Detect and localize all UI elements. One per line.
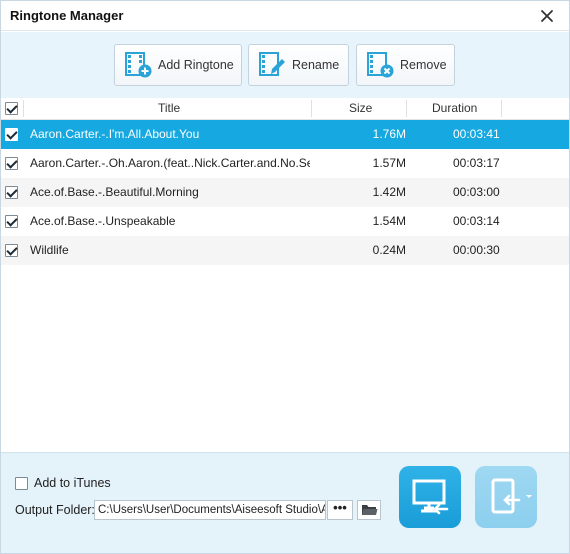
toolbar: Add Ringtone Rename Remove xyxy=(1,32,569,98)
film-remove-icon xyxy=(367,52,394,78)
folder-icon xyxy=(362,505,378,515)
row-duration: 00:03:00 xyxy=(453,185,500,199)
table-row[interactable]: Ace.of.Base.-.Unspeakable 1.54M 00:03:14 xyxy=(1,207,569,236)
window-title: Ringtone Manager xyxy=(10,8,124,23)
remove-button[interactable]: Remove xyxy=(356,44,455,86)
remove-label: Remove xyxy=(400,58,447,72)
ringtone-manager-window: Ringtone Manager Add Ringtone Rename Rem… xyxy=(0,0,570,554)
rename-button[interactable]: Rename xyxy=(248,44,349,86)
add-ringtone-label: Add Ringtone xyxy=(158,58,234,72)
header-divider xyxy=(311,100,312,117)
row-checkbox[interactable] xyxy=(5,157,18,170)
column-header-title[interactable]: Title xyxy=(158,101,180,115)
row-checkbox[interactable] xyxy=(5,186,18,199)
transfer-to-device-button[interactable] xyxy=(475,466,537,528)
film-add-icon xyxy=(125,52,152,78)
monitor-import-icon xyxy=(412,479,449,515)
select-all-checkbox[interactable] xyxy=(5,102,18,115)
column-header-size[interactable]: Size xyxy=(349,101,372,115)
footer-panel: Add to iTunes Output Folder: C:\Users\Us… xyxy=(1,452,569,553)
output-folder-label: Output Folder: xyxy=(15,503,95,517)
output-folder-field[interactable]: C:\Users\User\Documents\Aiseesoft Studio… xyxy=(94,500,326,520)
row-title: Ace.of.Base.-.Beautiful.Morning xyxy=(30,185,199,199)
row-title: Wildlife xyxy=(30,243,69,257)
open-folder-button[interactable] xyxy=(357,500,381,520)
header-divider xyxy=(23,100,24,117)
row-title: Aaron.Carter.-.I'm.All.About.You xyxy=(30,127,200,141)
row-size: 1.76M xyxy=(372,127,406,141)
row-size: 1.42M xyxy=(372,185,406,199)
table-header: Title Size Duration xyxy=(1,98,569,120)
add-to-itunes-checkbox[interactable] xyxy=(15,477,28,490)
header-divider xyxy=(406,100,407,117)
row-duration: 00:03:41 xyxy=(453,127,500,141)
phone-import-icon xyxy=(491,478,532,514)
row-size: 0.24M xyxy=(372,243,406,257)
row-duration: 00:03:14 xyxy=(453,214,500,228)
header-divider xyxy=(501,100,502,117)
column-header-duration[interactable]: Duration xyxy=(432,101,477,115)
row-checkbox[interactable] xyxy=(5,215,18,228)
add-to-itunes-label[interactable]: Add to iTunes xyxy=(34,476,111,490)
row-title: Aaron.Carter.-.Oh.Aaron.(feat..Nick.Cart… xyxy=(30,156,310,170)
table-row[interactable]: Ace.of.Base.-.Beautiful.Morning 1.42M 00… xyxy=(1,178,569,207)
title-bar: Ringtone Manager xyxy=(1,1,569,31)
row-size: 1.57M xyxy=(372,156,406,170)
film-rename-icon xyxy=(259,52,285,76)
row-checkbox[interactable] xyxy=(5,128,18,141)
row-checkbox[interactable] xyxy=(5,244,18,257)
row-duration: 00:03:17 xyxy=(453,156,500,170)
table-row[interactable]: Aaron.Carter.-.I'm.All.About.You 1.76M 0… xyxy=(1,120,569,149)
add-ringtone-button[interactable]: Add Ringtone xyxy=(114,44,242,86)
transfer-to-pc-button[interactable] xyxy=(399,466,461,528)
rename-label: Rename xyxy=(292,58,340,72)
close-icon[interactable] xyxy=(537,6,557,26)
browse-button[interactable]: ••• xyxy=(327,500,353,520)
row-duration: 00:00:30 xyxy=(453,243,500,257)
row-size: 1.54M xyxy=(372,214,406,228)
row-title: Ace.of.Base.-.Unspeakable xyxy=(30,214,176,228)
table-row[interactable]: Wildlife 0.24M 00:00:30 xyxy=(1,236,569,265)
ringtone-list: Aaron.Carter.-.I'm.All.About.You 1.76M 0… xyxy=(1,120,569,452)
table-row[interactable]: Aaron.Carter.-.Oh.Aaron.(feat..Nick.Cart… xyxy=(1,149,569,178)
